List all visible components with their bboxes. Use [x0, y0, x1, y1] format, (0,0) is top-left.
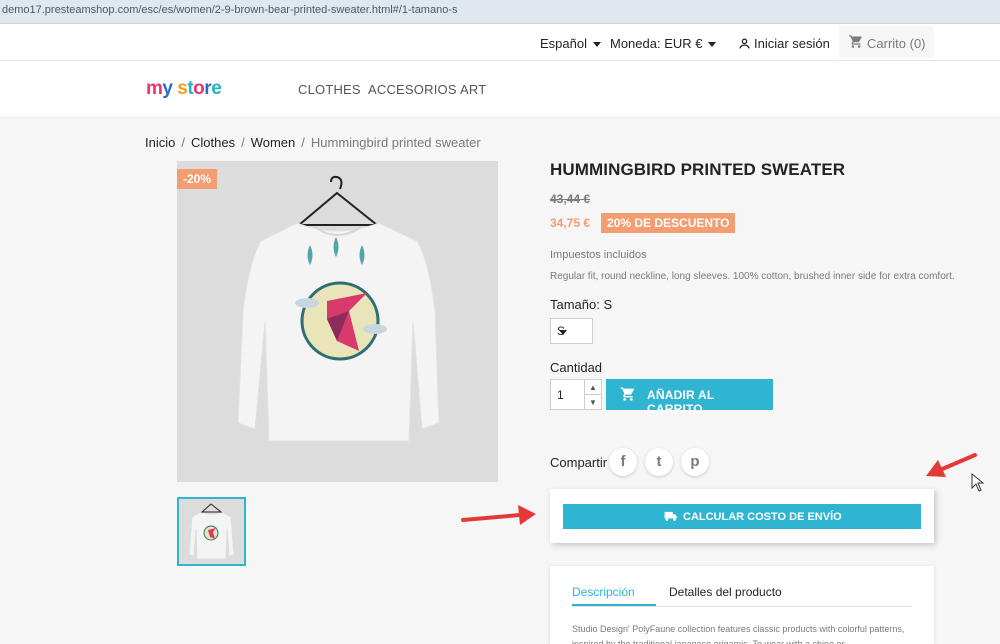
breadcrumb-current: Hummingbird printed sweater [310, 135, 481, 150]
chevron-down-icon [592, 42, 601, 48]
currency-label: Moneda: EUR € [610, 36, 703, 51]
user-icon [739, 38, 750, 49]
cart-button[interactable]: Carrito (0) [839, 26, 934, 58]
product-thumbnail[interactable] [177, 497, 246, 566]
add-to-cart-label: AÑADIR AL CARRITO [647, 388, 715, 416]
description-text: Studio Design' PolyFaune collection feat… [572, 624, 905, 644]
discount-label: 20% DE DESCUENTO [601, 213, 736, 233]
chevron-down-icon [708, 42, 717, 48]
size-label: Tamaño: S [550, 297, 613, 312]
breadcrumb-clothes[interactable]: Clothes [191, 135, 235, 150]
quantity-stepper[interactable]: 1 ▲ ▼ [550, 379, 602, 410]
product-tabs: Descripción Detalles del producto Studio… [550, 566, 934, 644]
store-logo[interactable]: my store [146, 78, 222, 100]
breadcrumb-home[interactable]: Inicio [145, 135, 175, 150]
tab-product-details[interactable]: Detalles del producto [669, 585, 782, 599]
login-label: Iniciar sesión [754, 36, 830, 51]
truck-icon [664, 511, 677, 521]
quantity-down-button[interactable]: ▼ [584, 395, 601, 410]
address-bar[interactable]: demo17.presteamshop.com/esc/es/women/2-9… [0, 0, 1000, 24]
discount-badge: -20% [177, 169, 218, 189]
quantity-value: 1 [557, 388, 564, 402]
facebook-share-button[interactable]: f [609, 448, 637, 476]
mouse-cursor-icon [971, 472, 985, 492]
calculate-shipping-button[interactable]: CALCULAR COSTO DE ENVÍO [563, 504, 921, 529]
breadcrumb: Inicio / Clothes / Women / Hummingbird printed… [145, 135, 481, 150]
currency-selector[interactable]: Moneda: EUR € [610, 36, 717, 51]
facebook-icon: f [620, 453, 626, 470]
active-tab-indicator [572, 604, 656, 606]
product-title: HUMMINGBIRD PRINTED SWEATER [550, 160, 846, 179]
old-price: 43,44 € [550, 192, 591, 206]
short-description: Regular fit, round neckline, long sleeve… [550, 271, 955, 282]
quantity-up-button[interactable]: ▲ [584, 380, 601, 395]
breadcrumb-women[interactable]: Women [251, 135, 296, 150]
url-text: demo17.presteamshop.com/esc/es/women/2-9… [2, 4, 458, 16]
cart-label: Carrito (0) [867, 36, 926, 51]
site-header: my store CLOTHES ACCESORIOS ART [0, 61, 1000, 118]
product-main-image[interactable] [177, 161, 498, 482]
twitter-share-button[interactable]: t [645, 448, 673, 476]
cart-icon [620, 387, 634, 401]
red-arrow-icon [926, 453, 977, 477]
menu-accesorios[interactable]: ACCESORIOS [368, 82, 457, 97]
quantity-label: Cantidad [550, 360, 603, 375]
cart-icon [849, 35, 862, 48]
add-to-cart-button[interactable]: AÑADIR AL CARRITO [606, 379, 773, 416]
pinterest-icon: p [690, 453, 700, 470]
current-price: 34,75 € [550, 216, 591, 230]
tab-divider [572, 606, 912, 607]
chevron-down-icon [559, 330, 567, 335]
language-label: Español [540, 36, 587, 51]
red-arrow-icon [461, 505, 536, 525]
menu-art[interactable]: ART [460, 82, 486, 97]
share-label: Compartir [550, 455, 608, 470]
login-link[interactable]: Iniciar sesión [738, 36, 830, 51]
top-nav: Español Moneda: EUR € Iniciar sesión Car… [0, 24, 1000, 61]
menu-clothes[interactable]: CLOTHES [298, 82, 361, 97]
tab-description[interactable]: Descripción [572, 585, 635, 599]
size-select[interactable]: S [550, 318, 593, 344]
calculate-shipping-label: CALCULAR COSTO DE ENVÍO [683, 511, 842, 523]
tax-note: Impuestos incluidos [550, 249, 647, 261]
shipping-calculator-panel: CALCULAR COSTO DE ENVÍO [550, 489, 934, 543]
twitter-icon: t [656, 453, 662, 470]
pinterest-share-button[interactable]: p [681, 448, 709, 476]
language-selector[interactable]: Español [540, 36, 601, 51]
